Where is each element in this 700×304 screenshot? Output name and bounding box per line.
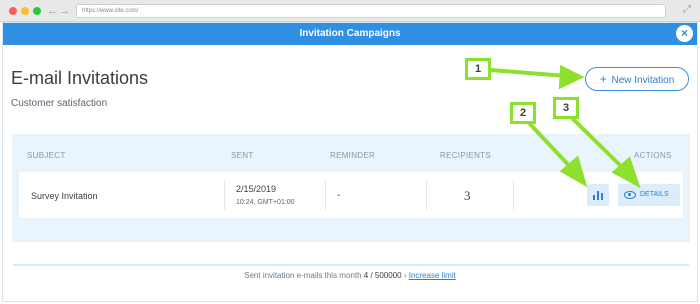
- header-sent: SENT: [231, 151, 254, 160]
- forward-arrow-icon[interactable]: →: [59, 4, 70, 18]
- usage-count: 4 / 500000: [363, 271, 402, 280]
- modal-header: Invitation Campaigns ×: [3, 23, 697, 45]
- reminder-cell: -: [337, 190, 341, 201]
- callout-2: 2: [510, 102, 536, 124]
- statistics-button[interactable]: [587, 184, 609, 206]
- close-icon: ×: [680, 26, 688, 40]
- recipients-cell: 3: [464, 188, 471, 203]
- window-maximize-dot[interactable]: [33, 7, 41, 15]
- close-button[interactable]: ×: [676, 25, 693, 42]
- subject-cell: Survey Invitation: [31, 191, 98, 201]
- column-divider: [325, 180, 326, 210]
- increase-limit-link[interactable]: Increase limit: [409, 271, 456, 280]
- details-button[interactable]: DETAILS: [618, 184, 680, 206]
- details-label: DETAILS: [640, 191, 669, 198]
- expand-icon[interactable]: ⤢: [683, 4, 691, 16]
- browser-toolbar: ← → https://www.site.com/ ⤢: [0, 0, 700, 22]
- back-arrow-icon[interactable]: ←: [47, 4, 58, 18]
- usage-prefix: Sent invitation e-mails this month: [244, 271, 362, 280]
- header-subject: SUBJECT: [27, 151, 66, 160]
- table-row[interactable]: Survey Invitation 2/15/2019 10:24, GMT+0…: [19, 172, 683, 218]
- address-bar[interactable]: https://www.site.com/: [76, 4, 666, 18]
- invitation-campaigns-modal: Invitation Campaigns × E-mail Invitation…: [2, 22, 698, 302]
- modal-title: Invitation Campaigns: [299, 28, 401, 39]
- header-reminder: REMINDER: [330, 151, 376, 160]
- header-recipients: RECIPIENTS: [440, 151, 492, 160]
- eye-icon: [624, 191, 636, 199]
- chevron-right-icon: ›: [403, 271, 407, 280]
- sent-date: 2/15/2019: [236, 184, 277, 194]
- column-divider: [224, 180, 225, 210]
- invitations-table: SUBJECT SENT REMINDER RECIPIENTS ACTIONS…: [12, 134, 690, 242]
- sent-time: 10:24, GMT+01:00: [236, 199, 295, 206]
- page-subtitle: Customer satisfaction: [11, 98, 108, 109]
- callout-3: 3: [553, 97, 579, 119]
- plus-icon: +: [599, 72, 607, 86]
- header-actions: ACTIONS: [634, 151, 672, 160]
- column-divider: [513, 180, 514, 210]
- column-divider: [426, 180, 427, 210]
- window-close-dot[interactable]: [9, 7, 17, 15]
- page-title: E-mail Invitations: [11, 68, 149, 88]
- usage-footer: Sent invitation e-mails this month 4 / 5…: [3, 271, 697, 280]
- window-minimize-dot[interactable]: [21, 7, 29, 15]
- callout-1: 1: [465, 58, 491, 80]
- new-invitation-button[interactable]: + New Invitation: [585, 67, 689, 91]
- footer-divider: [13, 264, 689, 266]
- new-invitation-label: New Invitation: [611, 75, 675, 86]
